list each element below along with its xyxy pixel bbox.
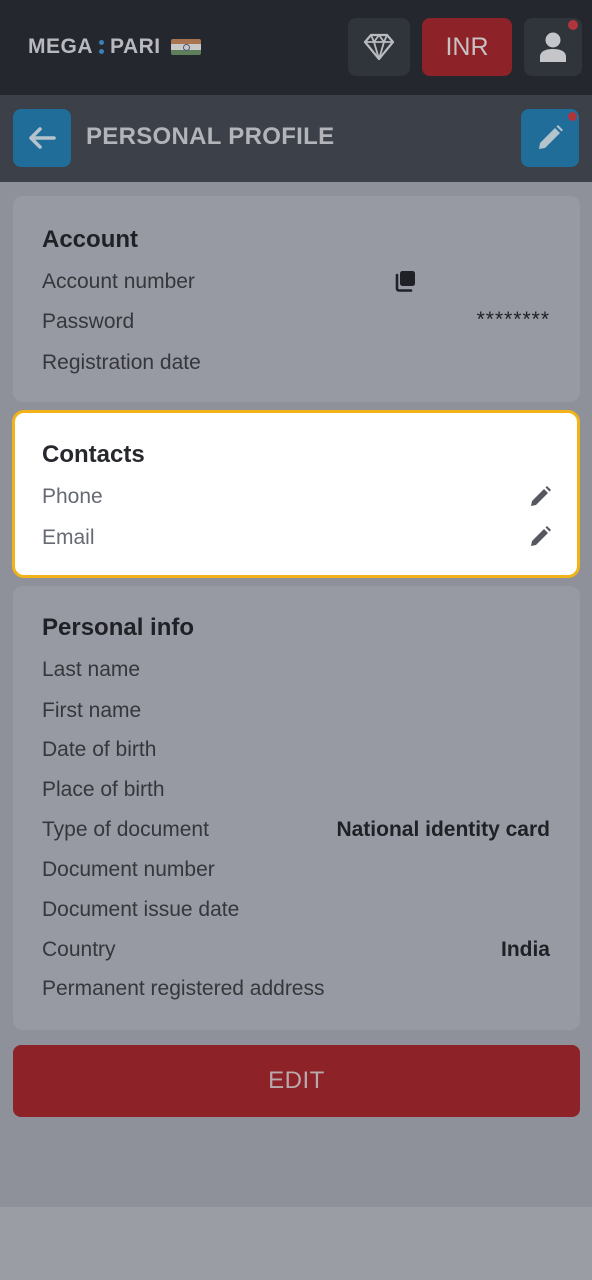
account-card: Account Account number Password ********…: [13, 196, 580, 402]
document-number-label: Document number: [42, 858, 215, 881]
last-name-label: Last name: [42, 658, 141, 681]
email-label: Email: [42, 526, 95, 549]
first-name-label: First name: [42, 699, 142, 722]
notification-dot: [568, 20, 578, 30]
phone-label: Phone: [42, 485, 103, 508]
edit-phone-pencil-icon[interactable]: [529, 484, 553, 508]
logo-text-right: PARI: [110, 35, 161, 58]
top-header: MEGA PARI INR: [0, 0, 592, 95]
currency-button[interactable]: INR: [422, 18, 512, 76]
logo-text-left: MEGA: [28, 35, 93, 58]
currency-label: INR: [445, 32, 489, 61]
account-number-label: Account number: [42, 270, 195, 293]
place-of-birth-label: Place of birth: [42, 778, 165, 801]
date-of-birth-label: Date of birth: [42, 738, 157, 761]
document-type-value: National identity card: [336, 818, 550, 841]
personal-info-heading: Personal info: [42, 614, 195, 641]
arrow-left-icon: [29, 127, 56, 149]
user-icon: [540, 32, 566, 62]
pencil-icon: [539, 125, 563, 149]
logo[interactable]: MEGA PARI: [28, 33, 201, 61]
password-value: ********: [476, 308, 550, 331]
title-bar: PERSONAL PROFILE: [0, 95, 592, 182]
notification-dot: [568, 112, 577, 121]
profile-button[interactable]: [524, 18, 582, 76]
vip-button[interactable]: [348, 18, 410, 76]
back-button[interactable]: [13, 109, 71, 167]
document-type-label: Type of document: [42, 818, 209, 841]
edit-button[interactable]: EDIT: [13, 1045, 580, 1117]
country-value: India: [500, 938, 550, 961]
registration-date-label: Registration date: [42, 351, 201, 374]
contacts-card: Contacts Phone Email: [12, 410, 580, 578]
edit-profile-button[interactable]: [521, 109, 579, 167]
page-title: PERSONAL PROFILE: [86, 123, 335, 150]
edit-button-label: EDIT: [268, 1067, 325, 1094]
contacts-heading: Contacts: [42, 441, 145, 468]
personal-info-card: Personal info Last name First name Date …: [13, 586, 580, 1030]
logo-separator: [99, 40, 104, 54]
copy-icon[interactable]: [394, 270, 416, 292]
edit-email-pencil-icon[interactable]: [529, 524, 553, 548]
account-heading: Account: [42, 226, 138, 253]
document-issue-date-label: Document issue date: [42, 898, 240, 921]
diamond-icon: [363, 33, 395, 61]
india-flag-icon: [170, 39, 201, 55]
country-label: Country: [42, 938, 116, 961]
password-label: Password: [42, 310, 135, 333]
bottom-area: [0, 1207, 592, 1280]
address-label: Permanent registered address: [42, 977, 325, 1000]
